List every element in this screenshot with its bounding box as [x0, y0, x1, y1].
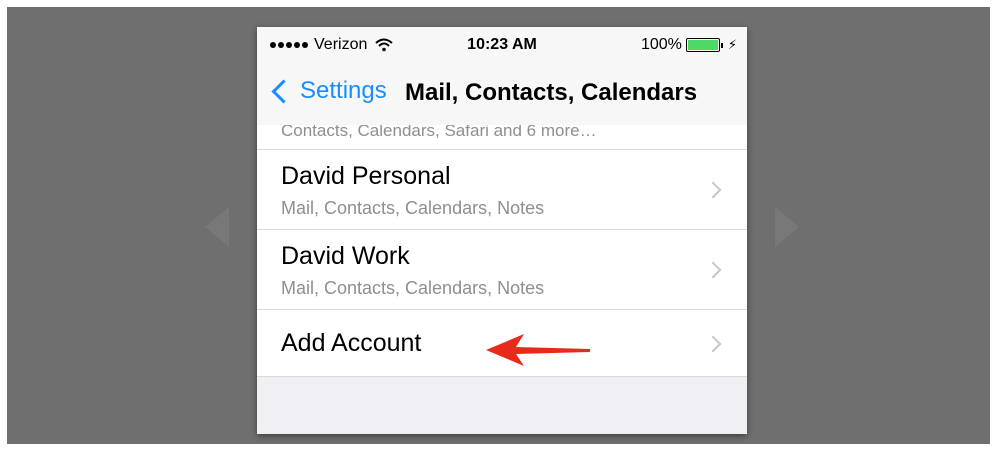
phone-screen: Verizon 10:23 AM 100% ⚡︎ Settings Mail, … — [257, 27, 747, 434]
chevron-right-icon — [704, 335, 722, 353]
red-arrow-icon — [486, 334, 590, 366]
chevron-right-icon — [704, 261, 722, 279]
bolt-icon: ⚡︎ — [727, 37, 737, 52]
list-item[interactable]: Contacts, Calendars, Safari and 6 more… — [257, 125, 747, 150]
account-subtitle: Mail, Contacts, Calendars, Notes — [281, 198, 545, 218]
back-label: Settings — [300, 77, 387, 104]
add-account-label: Add Account — [281, 329, 422, 357]
page-title: Mail, Contacts, Calendars — [405, 79, 698, 106]
accounts-list: Contacts, Calendars, Safari and 6 more… … — [257, 125, 747, 377]
battery-icon — [685, 38, 723, 52]
account-title: David Work — [281, 242, 410, 270]
status-bar: Verizon 10:23 AM 100% ⚡︎ — [257, 27, 747, 63]
navigation-bar: Settings Mail, Contacts, Calendars — [257, 63, 747, 126]
next-slide-icon — [775, 207, 799, 247]
account-row-personal[interactable]: David Personal Mail, Contacts, Calendars… — [257, 150, 747, 230]
account-row-work[interactable]: David Work Mail, Contacts, Calendars, No… — [257, 230, 747, 310]
account-title: David Personal — [281, 162, 451, 190]
chevron-right-icon — [704, 181, 722, 199]
add-account-button[interactable]: Add Account — [257, 310, 747, 377]
previous-slide-icon — [205, 207, 229, 247]
grouped-background — [257, 404, 747, 434]
account-subtitle: Contacts, Calendars, Safari and 6 more… — [281, 125, 597, 140]
account-subtitle: Mail, Contacts, Calendars, Notes — [281, 278, 545, 298]
battery-status: 100% ⚡︎ — [641, 36, 737, 54]
back-chevron-icon — [271, 78, 296, 104]
battery-percent: 100% — [640, 36, 682, 53]
back-button[interactable]: Settings — [269, 77, 387, 105]
